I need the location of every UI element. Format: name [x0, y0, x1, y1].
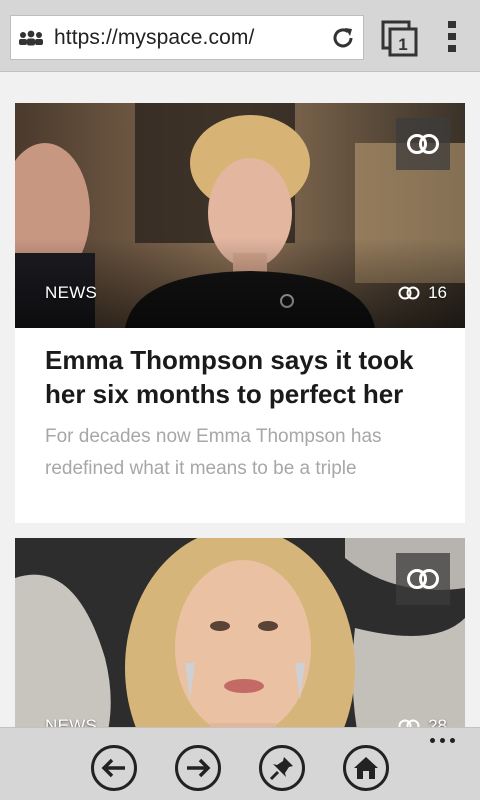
reload-icon[interactable] [330, 25, 356, 51]
dot [430, 738, 435, 743]
home-button[interactable] [343, 745, 389, 791]
dot [450, 738, 455, 743]
tab-count: 1 [398, 35, 407, 54]
forward-button[interactable] [175, 745, 221, 791]
url-text[interactable]: https://myspace.com/ [54, 26, 254, 50]
view-count: 28 [398, 716, 447, 727]
view-count-value: 16 [428, 283, 447, 302]
address-bar[interactable]: https://myspace.com/ [10, 15, 364, 60]
horizontal-dots-icon[interactable] [430, 738, 455, 743]
eye-rings-icon [398, 286, 420, 300]
page-content[interactable]: NEWS 16 Emma Thompson says it took her s… [0, 73, 480, 727]
view-count-value: 28 [428, 716, 447, 727]
vertical-dots-icon[interactable] [446, 20, 458, 54]
rings-icon[interactable] [396, 118, 450, 170]
people-icon [19, 30, 43, 46]
article-image[interactable]: NEWS 28 [15, 538, 465, 727]
dot [440, 738, 445, 743]
browser-toolbar: https://myspace.com/ 1 [0, 0, 480, 72]
article-card[interactable]: NEWS 16 Emma Thompson says it took her s… [15, 103, 465, 523]
category-label[interactable]: NEWS [45, 283, 97, 303]
article-excerpt: For decades now Emma Thompson has redefi… [45, 426, 382, 479]
rings-icon[interactable] [396, 553, 450, 605]
back-button[interactable] [91, 745, 137, 791]
pin-button[interactable] [259, 745, 305, 791]
article-headline[interactable]: Emma Thompson says it took her six month… [45, 343, 445, 411]
forward-arrow-icon [187, 758, 211, 778]
pin-icon [269, 757, 293, 781]
back-arrow-icon [101, 758, 125, 778]
eye-rings-icon [398, 719, 420, 727]
view-count: 16 [398, 283, 447, 303]
tabs-icon[interactable]: 1 [381, 20, 419, 58]
category-label[interactable]: NEWS [45, 716, 97, 727]
article-image[interactable]: NEWS 16 [15, 103, 465, 328]
home-icon [354, 757, 378, 779]
browser-bottom-bar [0, 727, 480, 800]
article-card[interactable]: NEWS 28 [15, 538, 465, 727]
